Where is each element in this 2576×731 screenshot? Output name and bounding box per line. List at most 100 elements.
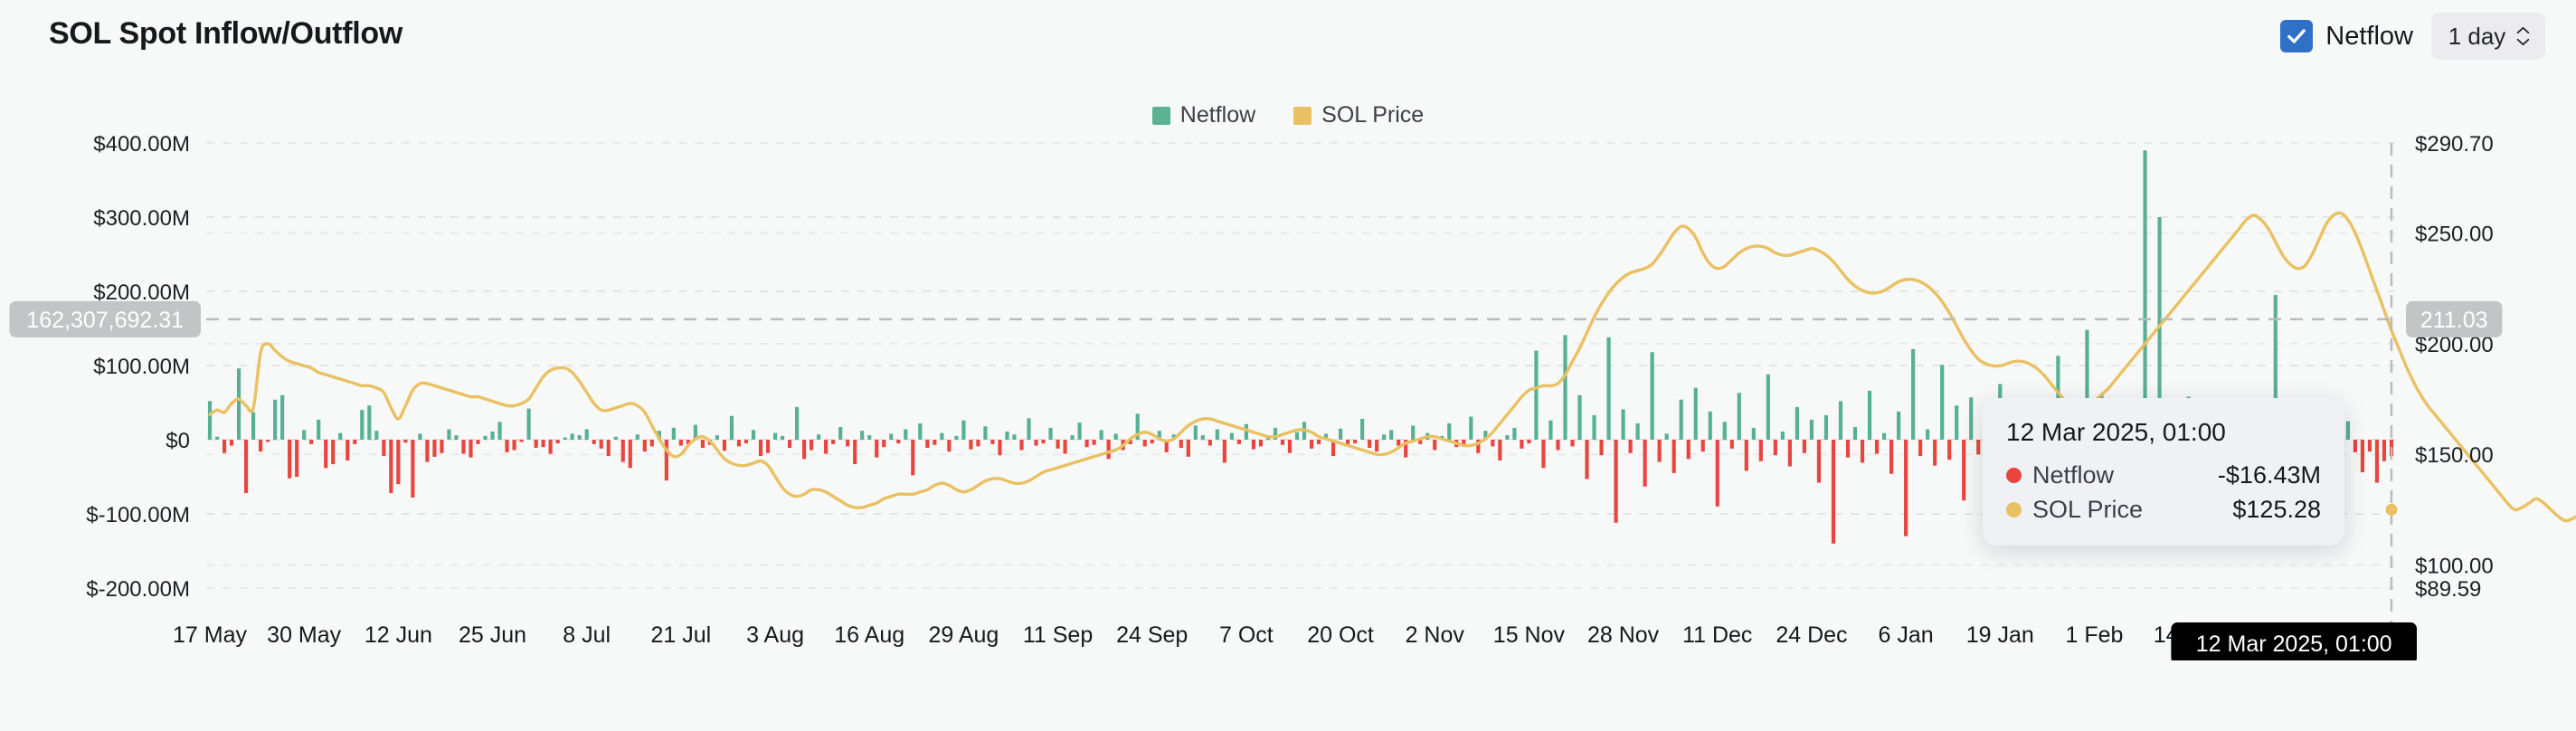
netflow-bar	[1918, 440, 1923, 457]
netflow-bar	[925, 440, 930, 449]
netflow-bar	[780, 435, 785, 440]
netflow-bar	[954, 435, 959, 440]
netflow-bar	[817, 434, 821, 440]
netflow-bar	[374, 431, 379, 440]
netflow-bar	[266, 440, 270, 442]
tooltip-dot-netflow	[2006, 468, 2022, 483]
tooltip-name-sol-price: SOL Price	[2032, 496, 2144, 523]
netflow-bar	[1056, 440, 1060, 449]
netflow-bar	[1520, 440, 1524, 449]
tooltip-row-netflow: Netflow -$16.43M	[2006, 461, 2321, 489]
netflow-bar	[1027, 418, 1031, 440]
interval-select[interactable]: 1 day	[2431, 13, 2545, 60]
netflow-bar	[882, 440, 886, 448]
netflow-bar	[1672, 440, 1676, 473]
netflow-bar	[1222, 440, 1226, 463]
stepper-chevrons[interactable]	[2516, 26, 2530, 46]
netflow-bar	[1773, 440, 1777, 456]
netflow-bar	[715, 435, 720, 440]
netflow-bar	[729, 415, 734, 440]
netflow-bar	[411, 440, 415, 498]
netflow-bar	[867, 435, 872, 440]
netflow-checkbox-control[interactable]: Netflow	[2280, 20, 2413, 52]
netflow-bar	[1548, 420, 1553, 440]
netflow-bar	[317, 419, 321, 440]
netflow-bar	[584, 429, 589, 440]
netflow-bar	[1606, 337, 1611, 440]
netflow-bar	[1904, 440, 1908, 536]
legend-item-netflow[interactable]: Netflow	[1151, 102, 1255, 128]
netflow-bar	[846, 440, 850, 447]
x-axis-tick: 24 Dec	[1776, 622, 1847, 648]
netflow-bar	[743, 440, 749, 444]
netflow-bar	[933, 440, 937, 445]
x-axis-tick: 24 Sep	[1116, 622, 1188, 648]
netflow-bar	[1831, 440, 1836, 544]
netflow-bar	[469, 440, 473, 458]
netflow-bar	[810, 440, 814, 451]
x-axis-tick: 1 Feb	[2065, 622, 2123, 648]
netflow-bar	[346, 440, 350, 460]
netflow-bar	[896, 440, 901, 444]
netflow-bar	[1650, 352, 1654, 440]
netflow-bar	[1845, 440, 1851, 458]
netflow-bar	[1063, 440, 1067, 454]
netflow-bar	[1258, 440, 1264, 447]
netflow-bar	[1200, 435, 1205, 440]
netflow-bar	[802, 440, 807, 460]
netflow-bar	[1874, 440, 1880, 454]
netflow-bar	[2382, 440, 2387, 461]
netflow-bar	[1034, 440, 1038, 446]
netflow-bar	[483, 435, 488, 440]
netflow-bar	[454, 435, 459, 440]
netflow-bar	[1294, 432, 1300, 440]
netflow-bar	[1614, 440, 1618, 523]
netflow-bar	[599, 440, 603, 449]
netflow-bar	[563, 437, 567, 440]
netflow-bar	[1816, 440, 1822, 483]
netflow-bar	[1933, 440, 1937, 466]
netflow-bar	[360, 410, 365, 440]
crosshair-badge-right: 211.03	[2406, 300, 2503, 337]
x-axis: 17 May 30 May 12 Jun 25 Jun 8 Jul 21 Jul 3 Aug…	[173, 622, 2318, 648]
netflow-bar	[280, 394, 285, 440]
netflow-bar	[1360, 419, 1365, 440]
chart-header: SOL Spot Inflow/Outflow Netflow 1 day	[0, 0, 2576, 78]
netflow-bar	[1447, 422, 1452, 440]
netflow-bar	[1940, 365, 1945, 440]
netflow-bar	[570, 433, 574, 440]
netflow-bar	[425, 440, 430, 462]
netflow-bar	[1353, 440, 1358, 444]
netflow-bar	[1316, 440, 1321, 444]
y-axis-right: $290.70$250.00$200.00$150.00$100.00$89.5…	[2415, 136, 2494, 602]
y-axis-left-tick: $400.00M	[93, 136, 190, 157]
netflow-bar	[1106, 440, 1111, 460]
netflow-bar	[1664, 433, 1669, 440]
netflow-bar	[526, 408, 531, 440]
y-axis-right-tick: $290.70	[2415, 136, 2494, 157]
netflow-bar	[1382, 434, 1387, 440]
netflow-bar	[824, 440, 829, 454]
netflow-bar	[236, 368, 242, 440]
netflow-bar	[1911, 348, 1916, 440]
netflow-bar	[1505, 435, 1510, 440]
netflow-bar	[1744, 440, 1748, 471]
netflow-bar	[1186, 440, 1190, 457]
netflow-bar	[606, 440, 611, 457]
legend-swatch-sol-price	[1293, 106, 1312, 125]
netflow-bar	[2374, 440, 2380, 483]
netflow-bar	[1577, 394, 1582, 440]
netflow-bar	[382, 440, 386, 457]
netflow-bar	[904, 429, 908, 440]
netflow-bar	[853, 440, 857, 465]
legend-swatch-netflow	[1151, 106, 1170, 125]
netflow-bar	[990, 440, 995, 444]
netflow-bar	[1251, 440, 1255, 450]
netflow-bar	[983, 426, 988, 440]
netflow-bar	[577, 435, 582, 440]
legend-item-sol-price[interactable]: SOL Price	[1293, 102, 1424, 128]
check-icon	[2287, 29, 2306, 43]
netflow-bar	[628, 440, 632, 469]
netflow-bar	[490, 431, 495, 440]
netflow-checkbox[interactable]	[2280, 20, 2314, 52]
